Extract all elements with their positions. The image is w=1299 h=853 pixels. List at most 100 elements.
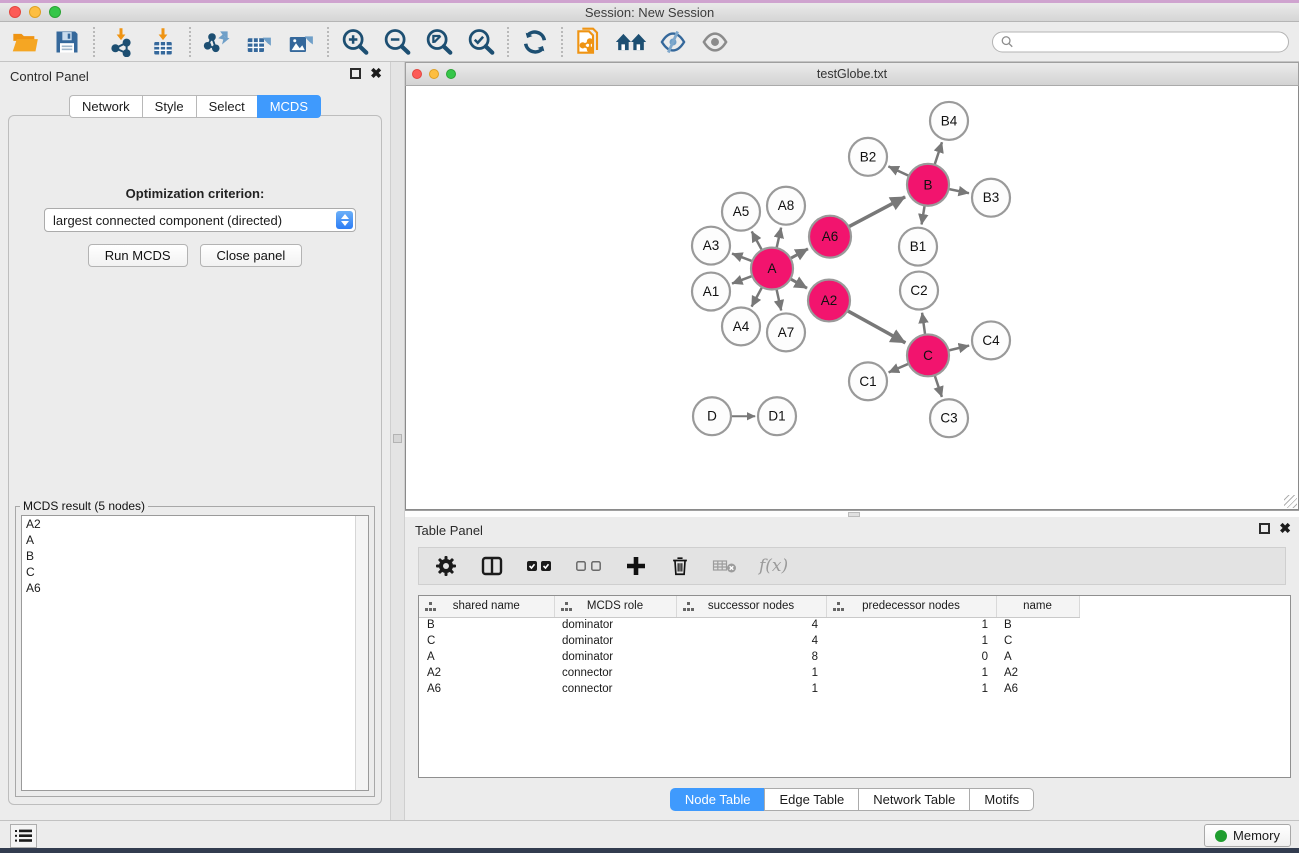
- select-all-button[interactable]: [526, 556, 554, 576]
- edge-A-A2[interactable]: [790, 279, 807, 288]
- splitter-grip[interactable]: [393, 434, 402, 443]
- home-view-button[interactable]: [610, 24, 652, 60]
- table-cell[interactable]: dominator: [554, 617, 676, 633]
- zoom-in-button[interactable]: [334, 24, 376, 60]
- delete-table-button[interactable]: [712, 556, 738, 576]
- mcds-result-list[interactable]: A2ABCA6: [21, 515, 369, 791]
- result-item[interactable]: B: [22, 548, 368, 564]
- edge-A-A7[interactable]: [776, 289, 781, 310]
- edge-A2-C[interactable]: [847, 311, 905, 343]
- table-cell[interactable]: B: [419, 617, 554, 633]
- table-cell[interactable]: 1: [826, 681, 996, 697]
- close-panel-icon[interactable]: ✖: [1279, 523, 1291, 534]
- network-window-titlebar[interactable]: testGlobe.txt: [405, 62, 1299, 86]
- close-panel-icon[interactable]: ✖: [370, 68, 382, 79]
- task-history-button[interactable]: [10, 824, 37, 848]
- hide-details-button[interactable]: [652, 24, 694, 60]
- tab-edge-table[interactable]: Edge Table: [764, 788, 858, 811]
- result-item[interactable]: A6: [22, 580, 368, 596]
- table-cell[interactable]: 1: [826, 633, 996, 649]
- edge-A-A3[interactable]: [732, 254, 752, 262]
- edge-A-A4[interactable]: [752, 287, 762, 307]
- result-item[interactable]: A2: [22, 516, 368, 532]
- clone-network-button[interactable]: [568, 24, 610, 60]
- table-cell[interactable]: 1: [676, 665, 826, 681]
- edge-A-A1[interactable]: [732, 276, 752, 284]
- edge-C-C3[interactable]: [935, 375, 942, 397]
- tab-motifs[interactable]: Motifs: [969, 788, 1034, 811]
- window-resize-grip[interactable]: [1284, 495, 1297, 508]
- table-cell[interactable]: connector: [554, 665, 676, 681]
- deselect-all-button[interactable]: [575, 556, 603, 576]
- tab-style[interactable]: Style: [142, 95, 196, 118]
- delete-column-button[interactable]: [669, 554, 691, 578]
- table-cell[interactable]: dominator: [554, 649, 676, 665]
- zoom-fit-button[interactable]: [418, 24, 460, 60]
- table-cell[interactable]: C: [996, 633, 1079, 649]
- table-row[interactable]: Bdominator41B: [419, 617, 1079, 633]
- result-list-scrollbar[interactable]: [355, 516, 368, 790]
- table-row[interactable]: A6connector11A6: [419, 681, 1079, 697]
- edge-A-A8[interactable]: [777, 228, 782, 248]
- table-cell[interactable]: C: [419, 633, 554, 649]
- export-network-button[interactable]: [196, 24, 238, 60]
- table-cell[interactable]: A2: [996, 665, 1079, 681]
- vertical-splitter[interactable]: [390, 62, 405, 820]
- edge-A-A6[interactable]: [790, 249, 808, 259]
- table-cell[interactable]: 0: [826, 649, 996, 665]
- tab-network-table[interactable]: Network Table: [858, 788, 969, 811]
- edge-C-C4[interactable]: [948, 346, 969, 351]
- float-panel-icon[interactable]: [1259, 523, 1270, 534]
- edge-C-C1[interactable]: [889, 364, 909, 373]
- function-builder-button[interactable]: f(x): [759, 556, 788, 576]
- result-item[interactable]: A: [22, 532, 368, 548]
- close-panel-button[interactable]: Close panel: [200, 244, 303, 267]
- table-cell[interactable]: B: [996, 617, 1079, 633]
- export-table-button[interactable]: [238, 24, 280, 60]
- table-cell[interactable]: 1: [676, 681, 826, 697]
- import-table-button[interactable]: [142, 24, 184, 60]
- column-header-shared-name[interactable]: shared name: [419, 596, 554, 617]
- edge-A6-B[interactable]: [849, 197, 906, 227]
- show-columns-button[interactable]: [479, 554, 505, 578]
- zoom-out-button[interactable]: [376, 24, 418, 60]
- node-table-container[interactable]: shared nameMCDS rolesuccessor nodesprede…: [418, 595, 1291, 778]
- result-item[interactable]: C: [22, 564, 368, 580]
- column-header-successor-nodes[interactable]: successor nodes: [676, 596, 826, 617]
- search-input[interactable]: [1014, 35, 1288, 49]
- table-cell[interactable]: 1: [826, 665, 996, 681]
- network-canvas[interactable]: AA1A2A3A4A5A6A7A8BB1B2B3B4CC1C2C3C4DD1: [405, 86, 1299, 510]
- criterion-dropdown[interactable]: largest connected component (directed): [44, 208, 356, 232]
- memory-button[interactable]: Memory: [1204, 824, 1291, 847]
- edge-B-B1[interactable]: [922, 205, 925, 224]
- tab-mcds[interactable]: MCDS: [257, 95, 321, 118]
- table-settings-button[interactable]: [434, 554, 458, 578]
- zoom-selected-button[interactable]: [460, 24, 502, 60]
- tab-network[interactable]: Network: [69, 95, 142, 118]
- column-header-predecessor-nodes[interactable]: predecessor nodes: [826, 596, 996, 617]
- table-cell[interactable]: A: [996, 649, 1079, 665]
- float-panel-icon[interactable]: [350, 68, 361, 79]
- table-cell[interactable]: dominator: [554, 633, 676, 649]
- import-network-button[interactable]: [100, 24, 142, 60]
- table-row[interactable]: A2connector11A2: [419, 665, 1079, 681]
- network-graph[interactable]: AA1A2A3A4A5A6A7A8BB1B2B3B4CC1C2C3C4DD1: [406, 86, 1298, 509]
- table-cell[interactable]: 4: [676, 617, 826, 633]
- show-graphics-button[interactable]: [694, 24, 736, 60]
- edge-B-B4[interactable]: [935, 142, 942, 165]
- tab-node-table[interactable]: Node Table: [670, 788, 765, 811]
- export-image-button[interactable]: [280, 24, 322, 60]
- run-mcds-button[interactable]: Run MCDS: [88, 244, 188, 267]
- horizontal-splitter[interactable]: [405, 510, 1299, 517]
- table-cell[interactable]: A: [419, 649, 554, 665]
- save-session-button[interactable]: [46, 24, 88, 60]
- edge-C-C2[interactable]: [922, 313, 925, 335]
- edge-B-B3[interactable]: [949, 189, 969, 193]
- edge-A-A5[interactable]: [752, 231, 762, 250]
- add-column-button[interactable]: [624, 554, 648, 578]
- table-cell[interactable]: 1: [826, 617, 996, 633]
- table-cell[interactable]: 8: [676, 649, 826, 665]
- tab-select[interactable]: Select: [196, 95, 257, 118]
- table-cell[interactable]: A2: [419, 665, 554, 681]
- table-row[interactable]: Adominator80A: [419, 649, 1079, 665]
